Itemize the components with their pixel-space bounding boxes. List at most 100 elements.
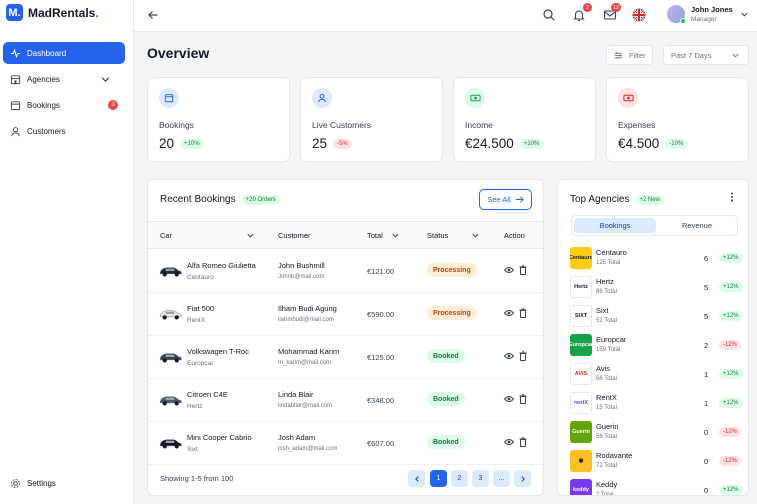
eye-icon[interactable] xyxy=(504,309,514,317)
agency-delta: +12% xyxy=(719,253,743,263)
page-button-1[interactable]: 1 xyxy=(430,470,447,487)
card-title-text: Top Agencies xyxy=(570,194,630,205)
agency-delta: +12% xyxy=(719,485,743,495)
search-icon[interactable] xyxy=(542,8,556,22)
eye-icon[interactable] xyxy=(504,352,514,360)
more-vertical-icon[interactable] xyxy=(729,192,735,202)
customer-email: lindablair@mail.com xyxy=(278,403,333,409)
customer-name: Linda Blair xyxy=(278,390,314,399)
trash-icon[interactable] xyxy=(519,265,527,275)
page-button-3[interactable]: 3 xyxy=(472,470,489,487)
brand-name: MadRentals xyxy=(28,5,96,20)
eye-icon[interactable] xyxy=(504,438,514,446)
sidebar-item-settings[interactable]: Settings xyxy=(10,478,56,489)
cash-icon xyxy=(618,88,638,108)
user-name: John Jones xyxy=(691,5,733,14)
agency-count: 5 xyxy=(704,312,709,321)
booking-total: €125.00 xyxy=(367,353,395,362)
agency-total: 72 Total xyxy=(596,463,617,469)
chevron-down-icon[interactable] xyxy=(100,74,111,85)
sidebar-item-label: Customers xyxy=(27,126,66,136)
column-label: Action xyxy=(504,231,525,240)
calendar-icon xyxy=(10,100,21,110)
car-agency: Centauro xyxy=(187,274,214,281)
column-header-car[interactable]: Car xyxy=(160,231,255,240)
agency-total: 86 Total xyxy=(596,289,617,295)
agency-total: 2 Total xyxy=(596,492,614,496)
logo-mark: M. xyxy=(6,4,23,21)
next-page-button[interactable] xyxy=(514,470,531,487)
agency-row: ◉ Rodavante 72 Total 0 -12% xyxy=(558,447,748,476)
table-header: Car Customer Total Status Action xyxy=(148,221,543,249)
sidebar-item-dashboard[interactable]: Dashboard xyxy=(3,42,125,64)
agency-total: 56 Total xyxy=(596,434,617,440)
sidebar: M. MadRentals. Dashboard Agencies Bookin… xyxy=(0,0,134,504)
sidebar-item-agencies[interactable]: Agencies xyxy=(3,68,125,90)
table-row: Fiat 500 RentX Ilham Budi Agung ilahmbudi@m… xyxy=(148,293,543,336)
agency-name: Avis xyxy=(596,364,611,373)
agency-logo: keddy xyxy=(570,479,592,495)
user-menu[interactable]: John Jones Manager xyxy=(667,5,748,24)
tab-revenue[interactable]: Revenue xyxy=(656,218,738,233)
agency-count: 0 xyxy=(704,428,709,437)
trash-icon[interactable] xyxy=(519,308,527,318)
period-select[interactable]: Past 7 Days xyxy=(663,45,749,65)
agency-name: Guerin xyxy=(596,422,619,431)
agency-logo: ◉ xyxy=(570,450,592,472)
agency-logo: Europcar xyxy=(570,334,592,356)
car-agency: Europcar xyxy=(187,360,214,367)
page-ellipsis[interactable]: ... xyxy=(493,470,510,487)
kpi-label: Live Customers xyxy=(312,120,372,130)
tab-bookings[interactable]: Bookings xyxy=(574,218,656,233)
car-name: Volkswagen T-Roc xyxy=(187,347,249,356)
agency-name: Europcar xyxy=(596,335,627,344)
page-title: Overview xyxy=(147,45,210,61)
arrow-right-icon xyxy=(515,196,524,203)
logo-text: MadRentals. xyxy=(28,6,99,20)
prev-page-button[interactable] xyxy=(408,470,425,487)
agency-delta: -12% xyxy=(719,427,742,437)
chevron-down-icon[interactable] xyxy=(740,10,749,19)
filter-button[interactable]: Filter xyxy=(606,45,653,65)
trash-icon[interactable] xyxy=(519,394,527,404)
building-icon xyxy=(10,74,21,84)
kpi-card-expenses: Expenses €4.500 -10% xyxy=(606,77,749,162)
agency-name: Sixt xyxy=(596,306,609,315)
agency-count: 1 xyxy=(704,399,709,408)
eye-icon[interactable] xyxy=(504,266,514,274)
agency-delta: -12% xyxy=(719,456,742,466)
logo[interactable]: M. MadRentals. xyxy=(6,4,99,21)
column-header-total[interactable]: Total xyxy=(367,231,400,240)
car-name: Citroen C4E xyxy=(187,390,228,399)
kpi-label: Bookings xyxy=(159,120,194,130)
uk-flag-icon[interactable] xyxy=(632,8,646,22)
trash-icon[interactable] xyxy=(519,437,527,447)
online-status-dot xyxy=(680,18,686,24)
car-image xyxy=(159,267,182,277)
agency-row: rentX RentX 15 Total 1 +12% xyxy=(558,389,748,418)
chevron-down-icon xyxy=(247,233,254,238)
kpi-value-row: 25 -5% xyxy=(312,136,352,151)
agency-logo: rentX xyxy=(570,392,592,414)
agency-logo-text: keddy xyxy=(573,487,589,493)
eye-icon[interactable] xyxy=(504,395,514,403)
new-badge: +2 New xyxy=(635,194,665,205)
page-button-2[interactable]: 2 xyxy=(451,470,468,487)
see-all-button[interactable]: See All xyxy=(479,189,532,210)
column-header-customer: Customer xyxy=(278,231,311,240)
sidebar-item-customers[interactable]: Customers xyxy=(3,120,125,142)
customer-email: josh_adam@mail.com xyxy=(278,446,338,452)
car-name: Mini Cooper Cabrio xyxy=(187,433,252,442)
sidebar-nav: Dashboard Agencies Bookings 3 Customers xyxy=(3,42,125,146)
kpi-label: Income xyxy=(465,120,493,130)
agency-logo: SIXT xyxy=(570,305,592,327)
sidebar-item-bookings[interactable]: Bookings 3 xyxy=(3,94,125,116)
customer-name: Josh Adam xyxy=(278,433,316,442)
agency-row: Hertz Hertz 86 Total 5 +12% xyxy=(558,273,748,302)
column-header-status[interactable]: Status xyxy=(427,231,480,240)
message-badge: 12 xyxy=(611,3,622,12)
customer-name: John Bushmill xyxy=(278,261,325,270)
arrow-left-icon[interactable] xyxy=(147,9,159,21)
chevron-left-icon xyxy=(414,475,419,482)
trash-icon[interactable] xyxy=(519,351,527,361)
